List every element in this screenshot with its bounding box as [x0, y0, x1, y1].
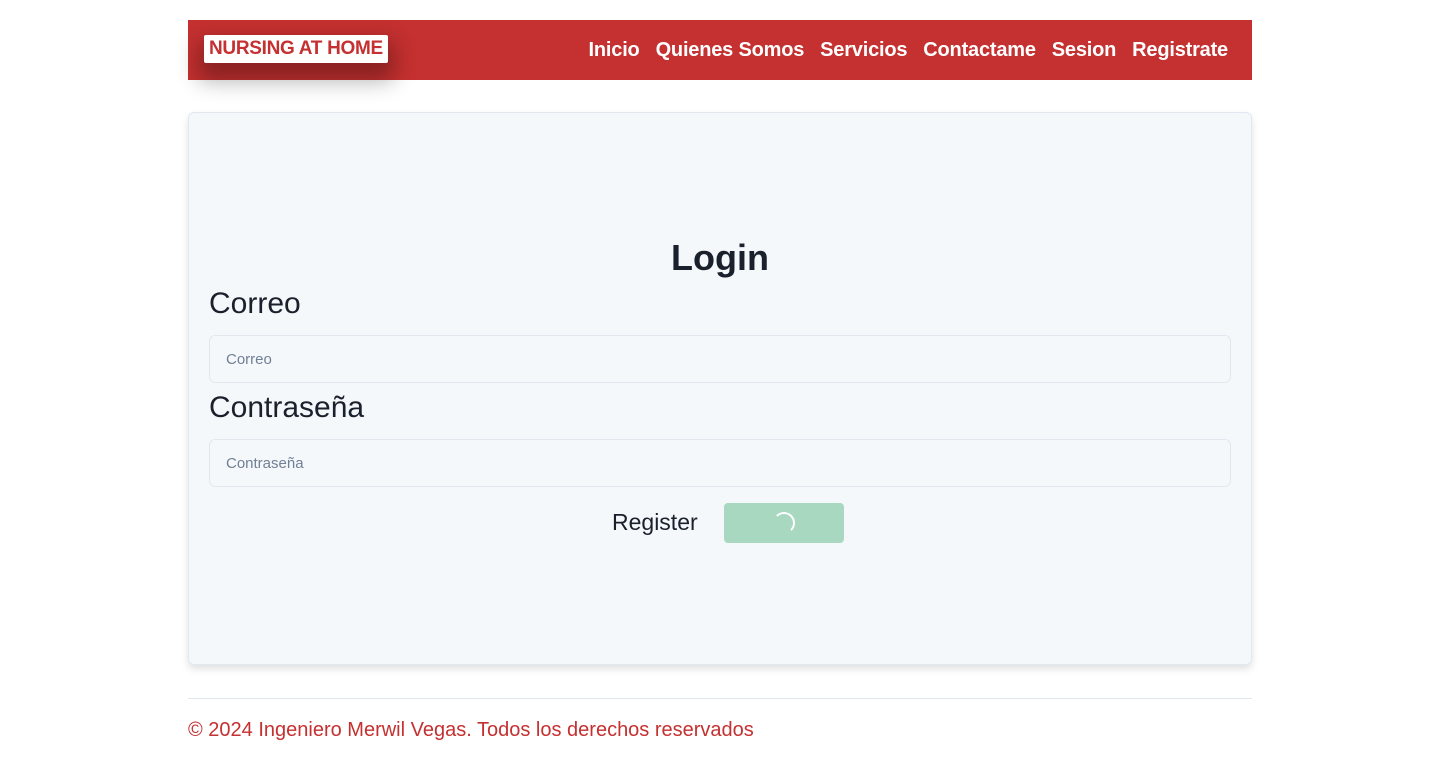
nav-link-sesion[interactable]: Sesion — [1052, 39, 1117, 62]
register-link[interactable]: Register — [612, 509, 698, 536]
footer-copyright: © 2024 Ingeniero Merwil Vegas. Todos los… — [188, 719, 754, 741]
nav-link-registrate[interactable]: Registrate — [1132, 39, 1228, 62]
email-label: Correo — [209, 287, 301, 320]
login-title: Login — [671, 237, 769, 278]
brand-logo-link[interactable]: NURSING AT HOME — [204, 35, 388, 63]
password-field[interactable] — [209, 439, 1231, 487]
navbar: NURSING AT HOME Inicio Quienes Somos Ser… — [188, 20, 1252, 80]
nav-links: Inicio Quienes Somos Servicios Contactam… — [589, 39, 1229, 62]
password-label: Contraseña — [209, 391, 365, 424]
login-card: Login Correo Contraseña Register — [188, 112, 1252, 665]
login-submit-button[interactable] — [724, 503, 844, 543]
nav-link-contactame[interactable]: Contactame — [923, 39, 1036, 62]
nav-link-inicio[interactable]: Inicio — [589, 39, 640, 62]
nav-link-quienes-somos[interactable]: Quienes Somos — [656, 39, 805, 62]
nav-link-servicios[interactable]: Servicios — [820, 39, 907, 62]
email-field[interactable] — [209, 335, 1231, 383]
footer: © 2024 Ingeniero Merwil Vegas. Todos los… — [188, 698, 1252, 758]
loading-spinner-icon — [773, 512, 795, 534]
